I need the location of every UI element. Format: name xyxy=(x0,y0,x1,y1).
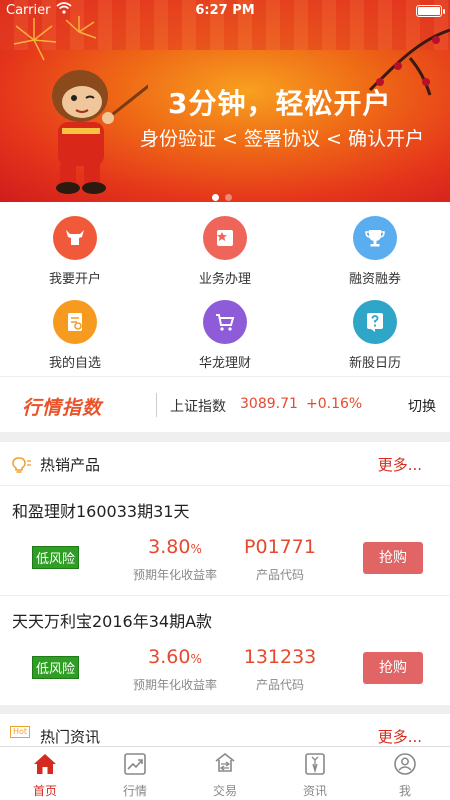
index-value: 3089.71 xyxy=(240,396,298,412)
risk-badge: 低风险 xyxy=(32,546,80,569)
tab-market[interactable]: 行情 xyxy=(90,751,180,799)
trophy-icon xyxy=(353,216,397,260)
promo-banner[interactable]: 3分钟，轻松开户 身份验证 < 签署协议 < 确认开户 xyxy=(0,0,450,202)
chart-icon xyxy=(124,753,146,775)
pager-dot-active[interactable] xyxy=(212,194,219,201)
menu-margin-trading[interactable]: 融资融券 xyxy=(300,216,450,287)
yield-rate: 3.80% xyxy=(148,536,202,558)
tab-home[interactable]: 首页 xyxy=(0,751,90,799)
product-name: 天天万利宝2016年34期A款 xyxy=(12,612,213,631)
banner-headline: 3分钟，轻松开户 xyxy=(168,87,392,120)
monkey-mascot xyxy=(52,70,148,194)
news-icon xyxy=(305,753,325,775)
question-icon xyxy=(353,300,397,344)
more-news-link[interactable]: 更多... xyxy=(378,726,422,747)
hot-badge-icon: Hot xyxy=(10,726,31,738)
risk-badge: 低风险 xyxy=(32,656,80,679)
tab-bar: 首页 行情 交易 资讯 我 xyxy=(0,746,450,800)
clock: 6:27 PM xyxy=(195,3,255,18)
menu-label: 新股日历 xyxy=(348,356,401,371)
trade-icon xyxy=(215,752,235,772)
product-code-label: 产品代码 xyxy=(255,678,304,692)
section-title: 热门资讯 xyxy=(40,728,101,746)
function-menu: 我要开户 业务办理 融资融券 我的自选 华龙理财 新股日历 xyxy=(0,202,450,376)
bull-icon xyxy=(53,216,97,260)
tab-label: 首页 xyxy=(32,784,57,798)
tab-trade[interactable]: 交易 xyxy=(180,751,270,799)
hot-products-header: 热销产品 更多... xyxy=(0,442,450,486)
menu-label: 华龙理财 xyxy=(198,356,251,371)
market-ticker[interactable]: 行情指数 上证指数 3089.71 +0.16% 切换 xyxy=(0,376,450,432)
tab-news[interactable]: 资讯 xyxy=(270,751,360,799)
menu-label: 业务办理 xyxy=(198,272,251,287)
tab-label: 资讯 xyxy=(302,784,327,798)
menu-label: 我的自选 xyxy=(48,356,101,371)
menu-label: 我要开户 xyxy=(48,272,101,287)
divider xyxy=(156,393,157,417)
buy-button[interactable]: 抢购 xyxy=(363,542,423,574)
menu-watchlist[interactable]: 我的自选 xyxy=(0,300,150,371)
watchlist-icon xyxy=(53,300,97,344)
product-name: 和盈理财160033期31天 xyxy=(12,502,190,521)
profile-icon xyxy=(394,753,416,775)
product-code-label: 产品代码 xyxy=(255,568,304,582)
tab-label: 行情 xyxy=(122,784,147,798)
menu-label: 融资融券 xyxy=(348,272,401,287)
switch-index-button[interactable]: 切换 xyxy=(408,396,436,416)
index-change: +0.16% xyxy=(306,396,363,412)
product-code: P01771 xyxy=(244,536,316,558)
tab-label: 交易 xyxy=(212,784,237,798)
tab-label: 我 xyxy=(398,784,411,798)
index-name: 上证指数 xyxy=(170,399,226,415)
business-icon xyxy=(203,216,247,260)
pager-dot[interactable] xyxy=(225,194,232,201)
bulb-icon xyxy=(12,457,31,473)
menu-wealth[interactable]: 华龙理财 xyxy=(150,300,300,371)
ticker-logo: 行情指数 xyxy=(22,397,103,419)
battery-icon xyxy=(416,5,445,17)
tab-profile[interactable]: 我 xyxy=(360,751,450,799)
product-card[interactable]: 天天万利宝2016年34期A款 低风险 3.60% 预期年化收益率 131233… xyxy=(0,596,450,706)
cart-icon xyxy=(203,300,247,344)
menu-open-account[interactable]: 我要开户 xyxy=(0,216,150,287)
yield-label: 预期年化收益率 xyxy=(132,568,217,582)
banner-pager[interactable] xyxy=(212,186,238,202)
home-icon xyxy=(34,754,56,774)
more-products-link[interactable]: 更多... xyxy=(378,454,422,475)
section-title: 热销产品 xyxy=(40,456,101,474)
yield-rate: 3.60% xyxy=(148,646,202,668)
product-card[interactable]: 和盈理财160033期31天 低风险 3.80% 预期年化收益率 P01771 … xyxy=(0,486,450,596)
menu-business[interactable]: 业务办理 xyxy=(150,216,300,287)
yield-label: 预期年化收益率 xyxy=(132,678,217,692)
menu-ipo-calendar[interactable]: 新股日历 xyxy=(300,300,450,371)
product-code: 131233 xyxy=(243,646,317,668)
buy-button[interactable]: 抢购 xyxy=(363,652,423,684)
banner-subline: 身份验证 < 签署协议 < 确认开户 xyxy=(140,128,424,150)
status-bar: Carrier 6:27 PM xyxy=(0,0,450,22)
